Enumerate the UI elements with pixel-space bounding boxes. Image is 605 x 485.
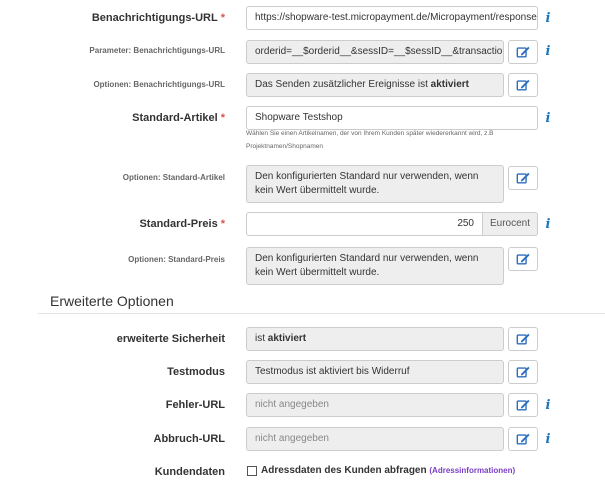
edit-button[interactable] <box>508 327 538 351</box>
std-price-label: Standard-Preis * <box>139 218 225 230</box>
edit-button[interactable] <box>508 247 538 271</box>
edit-icon <box>516 366 530 378</box>
edit-icon <box>516 433 530 445</box>
currency-addon: Eurocent <box>483 212 538 236</box>
security-label: erweiterte Sicherheit <box>116 333 225 345</box>
security-field: ist aktiviert <box>246 327 504 351</box>
std-article-options-label: Optionen: Standard-Artikel <box>122 173 225 182</box>
customer-address-checkbox[interactable] <box>247 466 257 476</box>
error-url-label: Fehler-URL <box>165 399 225 411</box>
info-icon[interactable]: i <box>544 431 552 447</box>
edit-button[interactable] <box>508 427 538 451</box>
edit-button[interactable] <box>508 40 538 64</box>
edit-icon <box>516 253 530 265</box>
abort-url-field: nicht angegeben <box>246 427 504 451</box>
notify-options-label: Optionen: Benachrichtigungs-URL <box>93 80 225 89</box>
edit-icon <box>516 46 530 58</box>
edit-button[interactable] <box>508 393 538 417</box>
notify-options-field: Das Senden zusätzlicher Ereignisse ist a… <box>246 73 504 97</box>
info-icon[interactable]: i <box>544 397 552 413</box>
edit-icon <box>516 79 530 91</box>
edit-button[interactable] <box>508 166 538 190</box>
testmode-field: Testmodus ist aktiviert bis Widerruf <box>246 360 504 384</box>
std-price-options-field: Den konfigurierten Standard nur verwende… <box>246 247 504 285</box>
notify-params-field: orderid=__$orderid__&sessID=__$sessID__&… <box>246 40 504 64</box>
edit-icon <box>516 333 530 345</box>
customer-checkbox-label[interactable]: Adressdaten des Kunden abfragen (Adressi… <box>261 465 515 476</box>
abort-url-label: Abbruch-URL <box>153 433 226 445</box>
notify-params-label: Parameter: Benachrichtigungs-URL <box>89 46 225 55</box>
error-url-field: nicht angegeben <box>246 393 504 417</box>
std-article-options-field: Den konfigurierten Standard nur verwende… <box>246 165 504 203</box>
section-divider <box>38 313 605 314</box>
notify-url-input[interactable]: https://shopware-test.micropayment.de/Mi… <box>246 6 538 30</box>
info-icon[interactable]: i <box>544 110 552 126</box>
edit-button[interactable] <box>508 360 538 384</box>
testmode-label: Testmodus <box>167 366 225 378</box>
edit-button[interactable] <box>508 73 538 97</box>
section-title: Erweiterte Optionen <box>50 293 174 309</box>
std-article-help: Wählen Sie einen Artikelnamen, der von I… <box>246 130 494 150</box>
std-price-options-label: Optionen: Standard-Preis <box>128 255 225 264</box>
edit-icon <box>516 399 530 411</box>
std-article-label: Standard-Artikel * <box>132 112 225 124</box>
notify-url-label: Benachrichtigungs-URL * <box>91 12 225 24</box>
info-icon[interactable]: i <box>544 43 552 59</box>
edit-icon <box>516 172 530 184</box>
address-info-link[interactable]: (Adressinformationen) <box>429 466 515 475</box>
customer-label: Kundendaten <box>154 466 225 478</box>
info-icon[interactable]: i <box>544 10 552 26</box>
std-price-input[interactable]: 250 <box>246 212 483 236</box>
info-icon[interactable]: i <box>544 216 552 232</box>
